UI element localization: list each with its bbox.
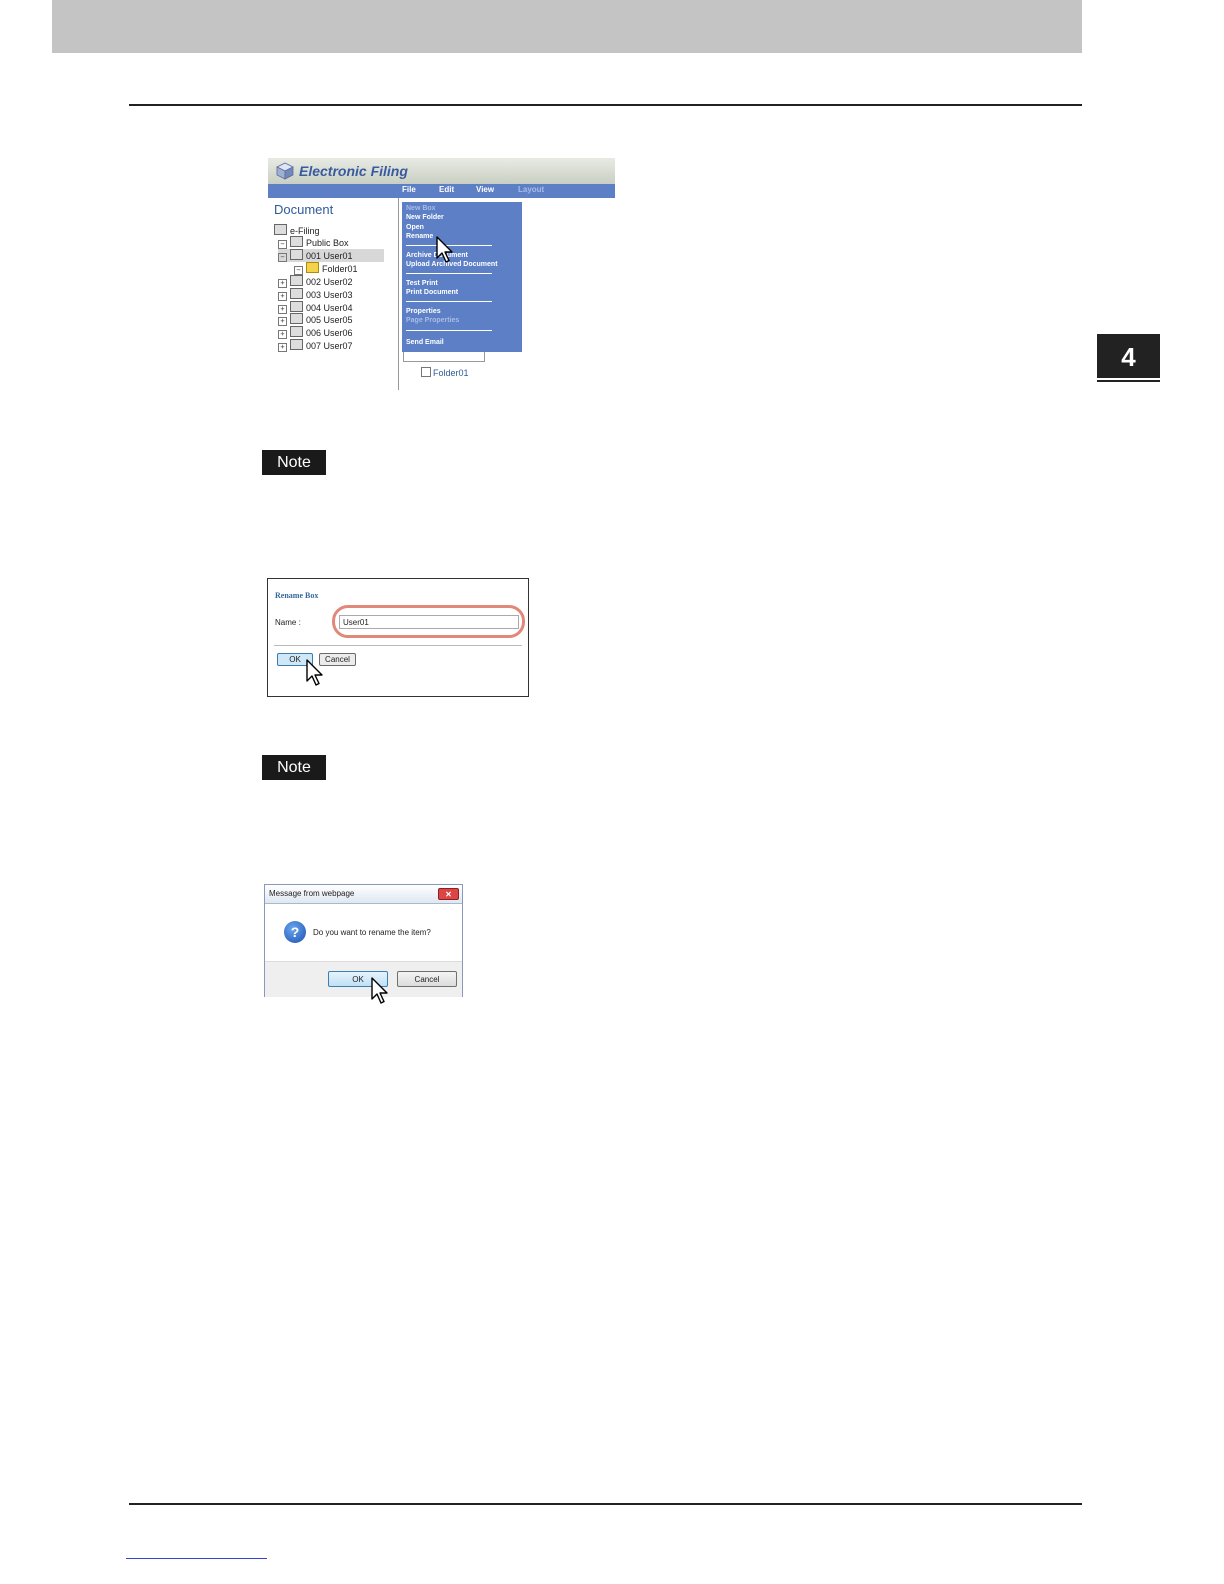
- note-badge: Note: [262, 755, 326, 780]
- box-icon: [290, 249, 303, 260]
- chapter-tab-underline: [1097, 380, 1160, 382]
- cube-logo-icon: [276, 162, 294, 180]
- tree-item-user02[interactable]: +002 User02: [278, 275, 353, 288]
- cancel-button[interactable]: Cancel: [397, 971, 457, 987]
- efiling-root-icon: [274, 224, 287, 235]
- expand-icon[interactable]: +: [278, 330, 287, 339]
- menu-item-open[interactable]: Open: [406, 224, 424, 231]
- cancel-button[interactable]: Cancel: [319, 653, 356, 666]
- menu-file[interactable]: File: [402, 185, 416, 194]
- footer-link-underline[interactable]: [126, 1558, 267, 1559]
- name-input-highlight: [332, 605, 525, 638]
- collapse-icon[interactable]: −: [278, 253, 287, 262]
- collapse-icon[interactable]: −: [278, 240, 287, 249]
- close-icon[interactable]: ✕: [438, 888, 459, 900]
- collapse-icon[interactable]: −: [294, 266, 303, 275]
- menu-item-print-document[interactable]: Print Document: [406, 289, 458, 296]
- expand-icon[interactable]: +: [278, 279, 287, 288]
- box-icon: [290, 301, 303, 312]
- menu-layout[interactable]: Layout: [518, 185, 544, 194]
- menu-separator: [406, 330, 492, 331]
- mouse-pointer-icon: [436, 236, 453, 263]
- expand-icon[interactable]: +: [278, 292, 287, 301]
- menu-item-send-email[interactable]: Send Email: [406, 339, 444, 346]
- box-icon: [290, 313, 303, 324]
- rename-box-screenshot: Rename Box Name : User01 OK Cancel: [267, 578, 529, 697]
- tree-item-user03[interactable]: +003 User03: [278, 288, 353, 301]
- ef-document-panel: Document e-Filing − Public Box −001 User0…: [268, 198, 398, 390]
- rename-box-divider: [274, 645, 522, 646]
- tree-item-user05[interactable]: +005 User05: [278, 313, 353, 326]
- file-menu-dropdown: New Box New Folder Open Rename Archive D…: [402, 202, 522, 352]
- tree-item-user06[interactable]: +006 User06: [278, 326, 353, 339]
- tree-item-user01[interactable]: −001 User01: [278, 249, 384, 262]
- box-icon: [290, 326, 303, 337]
- box-icon: [290, 288, 303, 299]
- tree-item-public-box[interactable]: − Public Box: [278, 236, 349, 249]
- expand-icon[interactable]: +: [278, 343, 287, 352]
- note-badge: Note: [262, 450, 326, 475]
- menu-item-properties[interactable]: Properties: [406, 308, 441, 315]
- ef-app-title: Electronic Filing: [299, 163, 408, 179]
- dialog-message: Do you want to rename the item?: [313, 928, 431, 937]
- ef-titlebar: Electronic Filing: [268, 158, 615, 184]
- page-header-band: [52, 0, 1082, 53]
- content-folder-item[interactable]: Folder01: [421, 367, 469, 378]
- ef-panel-title: Document: [274, 202, 334, 217]
- mouse-pointer-icon: [306, 659, 323, 686]
- footer-rule: [129, 1503, 1082, 1505]
- box-icon: [290, 339, 303, 350]
- dialog-titlebar: Message from webpage ✕: [265, 885, 462, 904]
- mouse-pointer-icon: [371, 977, 388, 1004]
- name-label: Name :: [275, 618, 301, 627]
- electronic-filing-screenshot: Electronic Filing File Edit View Layout …: [268, 158, 615, 390]
- question-icon: ?: [284, 921, 306, 943]
- expand-icon[interactable]: +: [278, 317, 287, 326]
- ef-menubar: File Edit View Layout: [268, 184, 615, 198]
- message-dialog-screenshot: Message from webpage ✕ ? Do you want to …: [264, 884, 463, 1004]
- folder-icon: [306, 262, 319, 273]
- box-icon: [290, 275, 303, 286]
- menu-separator: [406, 273, 492, 274]
- menu-item-test-print[interactable]: Test Print: [406, 280, 438, 287]
- menu-item-new-folder[interactable]: New Folder: [406, 214, 444, 221]
- dialog-title: Message from webpage: [269, 889, 355, 898]
- chapter-tab: 4: [1097, 334, 1160, 378]
- menu-separator: [406, 301, 492, 302]
- tree-item-user07[interactable]: +007 User07: [278, 339, 353, 352]
- tree-item-folder01[interactable]: − Folder01: [294, 262, 358, 275]
- ef-panel-divider: [398, 198, 399, 390]
- header-rule: [129, 104, 1082, 106]
- box-icon: [290, 236, 303, 247]
- menu-view[interactable]: View: [476, 185, 494, 194]
- rename-box-title: Rename Box: [275, 591, 319, 600]
- menu-item-new-box[interactable]: New Box: [406, 205, 436, 212]
- menu-item-rename[interactable]: Rename: [406, 233, 433, 240]
- menu-item-page-properties[interactable]: Page Properties: [406, 317, 459, 324]
- menu-edit[interactable]: Edit: [439, 185, 454, 194]
- checkbox-icon[interactable]: [421, 367, 431, 377]
